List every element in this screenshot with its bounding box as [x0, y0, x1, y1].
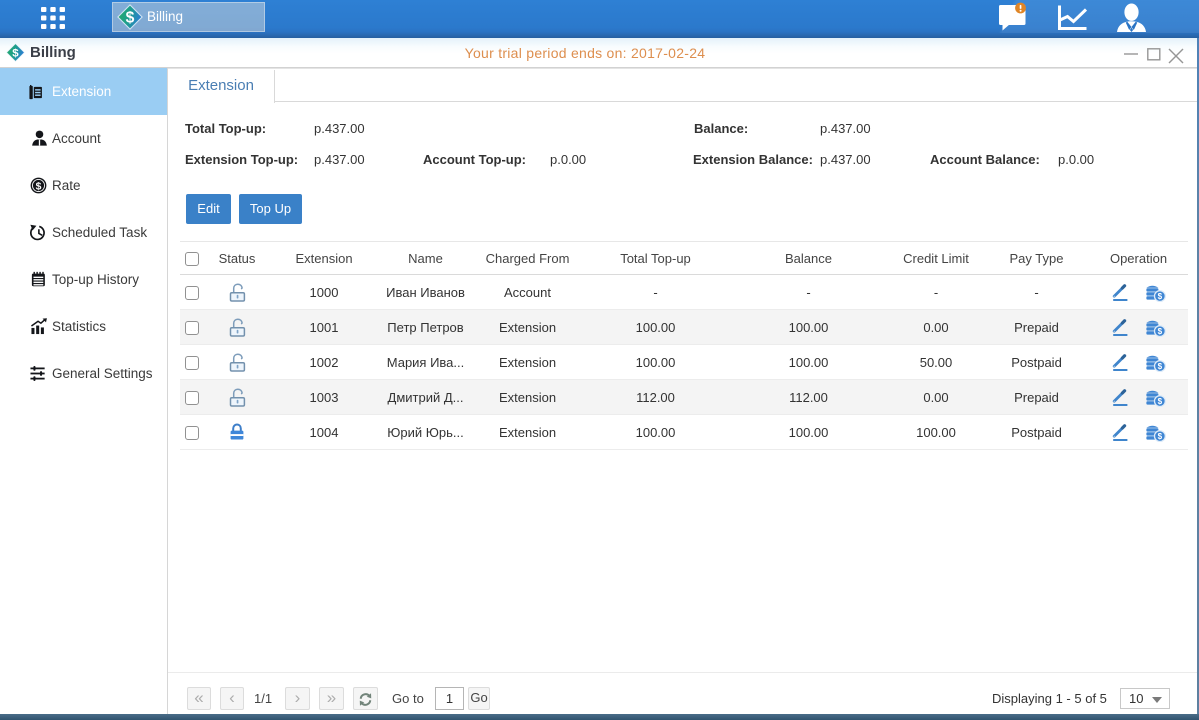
- svg-text:$: $: [1158, 327, 1163, 336]
- svg-text:$: $: [1158, 432, 1163, 441]
- svg-text:$: $: [1158, 362, 1163, 371]
- svg-text:$: $: [36, 181, 42, 192]
- svg-text:$: $: [1158, 292, 1163, 301]
- svg-text:$: $: [126, 9, 135, 26]
- svg-text:$: $: [1158, 397, 1163, 406]
